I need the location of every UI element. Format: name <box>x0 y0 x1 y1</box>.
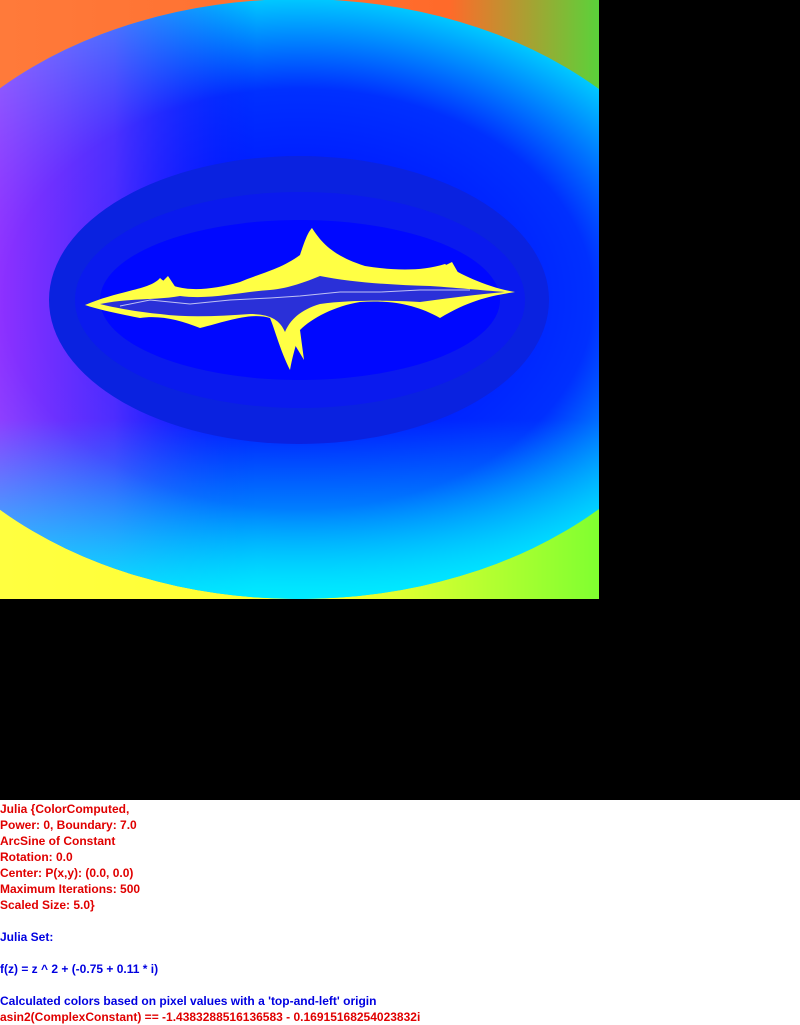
params-line-rotation: Rotation: 0.0 <box>0 850 73 864</box>
params-line-title: Julia {ColorComputed, <box>0 802 130 816</box>
params-line-iterations: Maximum Iterations: 500 <box>0 882 141 896</box>
formula-result: asin2(ComplexConstant) == -1.43832885161… <box>0 1010 421 1024</box>
params-line-mode: ArcSine of Constant <box>0 834 116 848</box>
params-line-power: Power: 0, Boundary: 7.0 <box>0 818 137 832</box>
formula-note: Calculated colors based on pixel values … <box>0 994 377 1008</box>
julia-fractal-image <box>0 0 599 599</box>
formula-title: Julia Set: <box>0 930 54 944</box>
render-canvas-area <box>0 0 800 800</box>
formula-function: f(z) = z ^ 2 + (-0.75 + 0.11 * i) <box>0 962 159 976</box>
info-panel: Julia {ColorComputed, Power: 0, Boundary… <box>0 801 800 1025</box>
params-line-center: Center: P(x,y): (0.0, 0.0) <box>0 866 134 880</box>
params-line-scale: Scaled Size: 5.0} <box>0 898 95 912</box>
